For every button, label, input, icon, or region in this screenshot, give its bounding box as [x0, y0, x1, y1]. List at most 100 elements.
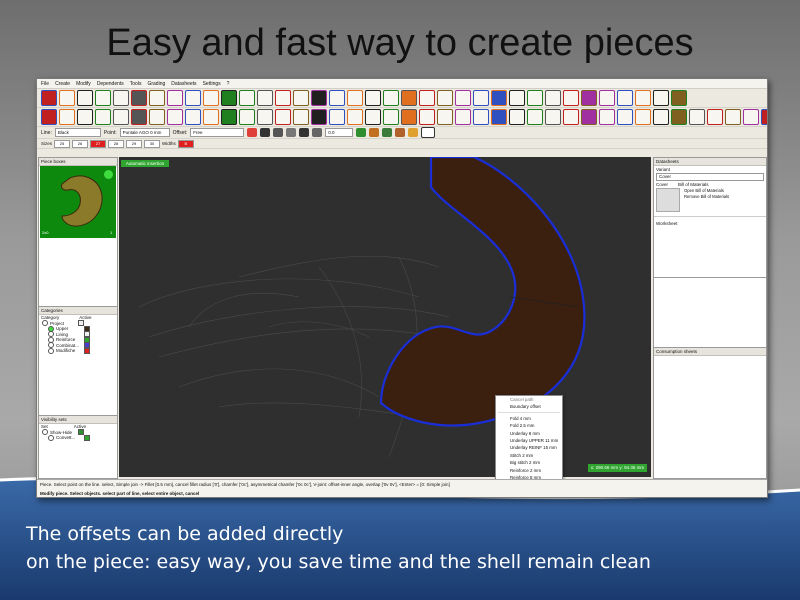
row2-tool-25-icon[interactable]	[473, 109, 489, 125]
context-menu-item[interactable]: Fold 4 mm	[496, 415, 562, 422]
row1-tool-5-icon[interactable]	[113, 90, 129, 106]
row2-tool-19-icon[interactable]	[365, 109, 381, 125]
row2-tool-32-icon[interactable]	[599, 109, 615, 125]
row2-tool-39-icon[interactable]	[725, 109, 741, 125]
menu-modify[interactable]: Modify	[76, 81, 91, 87]
row1-tool-16-icon[interactable]	[311, 90, 327, 106]
row2-tool-22-icon[interactable]	[419, 109, 435, 125]
row1-tool-21-icon[interactable]	[401, 90, 417, 106]
row1-tool-32-icon[interactable]	[599, 90, 615, 106]
row2-tool-1-icon[interactable]	[41, 109, 57, 125]
row2-tool-5-icon[interactable]	[113, 109, 129, 125]
context-menu-item[interactable]: Cancel path	[496, 396, 562, 403]
row1-tool-8-icon[interactable]	[167, 90, 183, 106]
row1-tool-4-icon[interactable]	[95, 90, 111, 106]
size-28[interactable]: 28	[108, 139, 125, 148]
row2-tool-20-icon[interactable]	[383, 109, 399, 125]
context-menu-item[interactable]: Stitch 2 mm	[496, 452, 562, 459]
context-menu-item[interactable]: Fold 2.5 mm	[496, 422, 562, 429]
row1-tool-13-icon[interactable]	[257, 90, 273, 106]
row2-tool-12-icon[interactable]	[239, 109, 255, 125]
row1-tool-12-icon[interactable]	[239, 90, 255, 106]
row2-tool-15-icon[interactable]	[293, 109, 309, 125]
size-27[interactable]: 27	[90, 139, 107, 148]
row2-tool-18-icon[interactable]	[347, 109, 363, 125]
row2-tool-34-icon[interactable]	[635, 109, 651, 125]
row1-tool-9-icon[interactable]	[185, 90, 201, 106]
row2-tool-9-icon[interactable]	[185, 109, 201, 125]
row1-tool-20-icon[interactable]	[383, 90, 399, 106]
row1-tool-14-icon[interactable]	[275, 90, 291, 106]
row1-tool-31-icon[interactable]	[581, 90, 597, 106]
row1-tool-15-icon[interactable]	[293, 90, 309, 106]
row2-tool-33-icon[interactable]	[617, 109, 633, 125]
row2-tool-28-icon[interactable]	[527, 109, 543, 125]
row1-tool-23-icon[interactable]	[437, 90, 453, 106]
context-menu-item[interactable]: Underlay REINF 15 mm	[496, 444, 562, 451]
row2-tool-36-icon[interactable]	[671, 109, 687, 125]
size-25[interactable]: 25	[54, 139, 71, 148]
row2-tool-29-icon[interactable]	[545, 109, 561, 125]
menu-help[interactable]: ?	[227, 81, 230, 87]
row1-tool-1-icon[interactable]	[41, 90, 57, 106]
cover-thumbnail[interactable]	[656, 188, 680, 212]
row2-tool-35-icon[interactable]	[653, 109, 669, 125]
row2-tool-37-icon[interactable]	[689, 109, 705, 125]
row2-tool-2-icon[interactable]	[59, 109, 75, 125]
context-menu-item[interactable]: Underlay 8 mm	[496, 430, 562, 437]
menu-file[interactable]: File	[41, 81, 49, 87]
row1-tool-33-icon[interactable]	[617, 90, 633, 106]
row1-tool-28-icon[interactable]	[527, 90, 543, 106]
line-style-select[interactable]: Black	[54, 128, 101, 137]
row2-tool-13-icon[interactable]	[257, 109, 273, 125]
menu-settings[interactable]: Settings	[203, 81, 221, 87]
menu-tools[interactable]: Tools	[130, 81, 142, 87]
worksheet-section[interactable]: Worksheet	[654, 216, 766, 227]
consumption-title[interactable]: Consumption sheets	[654, 348, 766, 356]
variant-select[interactable]: Cover	[656, 173, 764, 181]
size-26[interactable]: 26	[72, 139, 89, 148]
row1-tool-18-icon[interactable]	[347, 90, 363, 106]
menu-create[interactable]: Create	[55, 81, 70, 87]
rotate-icon[interactable]	[312, 128, 323, 137]
row1-tool-19-icon[interactable]	[365, 90, 381, 106]
row2-tool-21-icon[interactable]	[401, 109, 417, 125]
row2-tool-17-icon[interactable]	[329, 109, 345, 125]
category-row[interactable]: Modifiche	[39, 347, 117, 354]
row1-tool-2-icon[interactable]	[59, 90, 75, 106]
context-menu-item[interactable]: Big stitch 2 mm	[496, 459, 562, 466]
row2-tool-3-icon[interactable]	[77, 109, 93, 125]
radio-icon[interactable]	[48, 434, 54, 441]
offset-number-field[interactable]: 0.0	[325, 128, 354, 137]
snap-icon[interactable]	[260, 128, 271, 137]
row1-tool-25-icon[interactable]	[473, 90, 489, 106]
row2-tool-27-icon[interactable]	[509, 109, 525, 125]
point-style-select[interactable]: Puntale AGO 0 mm	[119, 128, 170, 137]
row2-tool-6-icon[interactable]	[131, 109, 147, 125]
row1-tool-27-icon[interactable]	[509, 90, 525, 106]
row1-tool-24-icon[interactable]	[455, 90, 471, 106]
tool-amber-icon[interactable]	[408, 128, 419, 137]
row2-tool-38-icon[interactable]	[707, 109, 723, 125]
row2-tool-30-icon[interactable]	[563, 109, 579, 125]
tool-brown-2-icon[interactable]	[395, 128, 406, 137]
row1-tool-10-icon[interactable]	[203, 90, 219, 106]
row1-tool-6-icon[interactable]	[131, 90, 147, 106]
row2-tool-16-icon[interactable]	[311, 109, 327, 125]
tool-green-2-icon[interactable]	[382, 128, 393, 137]
row1-tool-35-icon[interactable]	[653, 90, 669, 106]
constraint-icon[interactable]	[273, 128, 284, 137]
row2-tool-23-icon[interactable]	[437, 109, 453, 125]
context-menu-item[interactable]: Boundary offset	[496, 403, 562, 410]
radio-icon[interactable]	[48, 347, 54, 354]
piece-thumbnail[interactable]: 2x0 1	[40, 166, 116, 238]
row2-tool-10-icon[interactable]	[203, 109, 219, 125]
context-menu-item[interactable]: Reinforce 2 mm	[496, 467, 562, 474]
size-29[interactable]: 29	[126, 139, 143, 148]
row1-tool-30-icon[interactable]	[563, 90, 579, 106]
menu-dependents[interactable]: Dependents	[97, 81, 124, 87]
menu-datasheets[interactable]: Datasheets	[171, 81, 196, 87]
cross-icon[interactable]	[299, 128, 310, 137]
visibility-row[interactable]: Convett...	[39, 434, 117, 441]
magnet-icon[interactable]	[247, 128, 258, 137]
